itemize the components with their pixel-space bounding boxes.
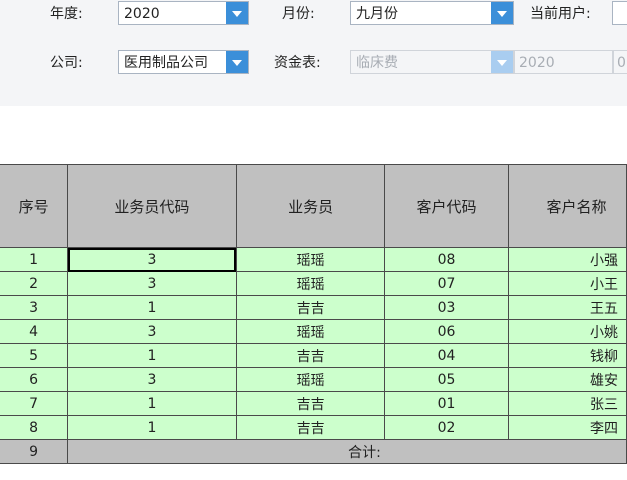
cell-cust-name[interactable]: 小姚 bbox=[507, 319, 627, 344]
cell-rep[interactable]: 瑶瑶 bbox=[235, 247, 386, 272]
header-rep-code[interactable]: 业务员代码 bbox=[67, 164, 237, 248]
cell-cust-code[interactable]: 08 bbox=[384, 247, 509, 272]
year-label: 年度: bbox=[50, 6, 83, 22]
fund-value: 临床费 bbox=[356, 55, 398, 71]
cell-rep-code[interactable]: 3 bbox=[67, 319, 237, 344]
total-row: 9 合计: bbox=[0, 439, 627, 464]
chevron-down-icon[interactable] bbox=[491, 2, 513, 24]
fund-year-value: 2020 bbox=[519, 55, 555, 71]
cell-cust-name[interactable]: 小王 bbox=[507, 271, 627, 296]
cell-cust-code[interactable]: 06 bbox=[384, 319, 509, 344]
cell-rep-code[interactable]: 1 bbox=[67, 415, 237, 440]
fund-year-field: 2020 bbox=[514, 50, 613, 74]
chevron-down-icon[interactable] bbox=[226, 51, 248, 73]
total-seq[interactable]: 9 bbox=[0, 439, 69, 464]
cell-rep-code[interactable]: 1 bbox=[67, 391, 237, 416]
table-row: 5 1 吉吉 04 钱柳 bbox=[0, 343, 627, 368]
cell-seq[interactable]: 5 bbox=[0, 343, 69, 368]
data-grid: 序号 业务员代码 业务员 客户代码 客户名称 1 3 瑶瑶 08 小强 2 3 … bbox=[0, 164, 627, 464]
cell-rep[interactable]: 吉吉 bbox=[235, 415, 386, 440]
cell-cust-code[interactable]: 07 bbox=[384, 271, 509, 296]
cell-rep[interactable]: 瑶瑶 bbox=[235, 319, 386, 344]
cell-cust-name[interactable]: 雄安 bbox=[507, 367, 627, 392]
header-cust-name[interactable]: 客户名称 bbox=[507, 164, 627, 248]
table-row: 8 1 吉吉 02 李四 bbox=[0, 415, 627, 440]
cell-rep-code[interactable]: 3 bbox=[67, 271, 237, 296]
total-label[interactable]: 合计: bbox=[67, 439, 627, 464]
cell-seq[interactable]: 1 bbox=[0, 247, 69, 272]
month-label: 月份: bbox=[282, 6, 315, 22]
header-row: 序号 业务员代码 业务员 客户代码 客户名称 bbox=[0, 164, 627, 248]
cell-rep[interactable]: 吉吉 bbox=[235, 391, 386, 416]
cell-cust-code[interactable]: 03 bbox=[384, 295, 509, 320]
cell-cust-code[interactable]: 02 bbox=[384, 415, 509, 440]
fund-extra-value: 0 bbox=[617, 55, 626, 71]
cell-rep-code[interactable]: 1 bbox=[67, 343, 237, 368]
chevron-down-icon[interactable] bbox=[491, 51, 513, 73]
cell-cust-code[interactable]: 04 bbox=[384, 343, 509, 368]
year-value: 2020 bbox=[124, 6, 160, 22]
company-value: 医用制品公司 bbox=[124, 55, 208, 71]
table-row: 4 3 瑶瑶 06 小姚 bbox=[0, 319, 627, 344]
cell-rep[interactable]: 吉吉 bbox=[235, 295, 386, 320]
month-select[interactable]: 九月份 bbox=[350, 1, 514, 25]
header-seq[interactable]: 序号 bbox=[0, 164, 69, 248]
cell-rep-code[interactable]: 3 bbox=[67, 247, 237, 272]
header-cust-code[interactable]: 客户代码 bbox=[384, 164, 509, 248]
cell-rep[interactable]: 吉吉 bbox=[235, 343, 386, 368]
cell-rep[interactable]: 瑶瑶 bbox=[235, 271, 386, 296]
cell-cust-name[interactable]: 张三 bbox=[507, 391, 627, 416]
company-label: 公司: bbox=[50, 55, 83, 71]
current-user-label: 当前用户: bbox=[530, 6, 591, 22]
cell-rep-code[interactable]: 1 bbox=[67, 295, 237, 320]
current-user-field[interactable] bbox=[612, 1, 627, 25]
cell-rep[interactable]: 瑶瑶 bbox=[235, 367, 386, 392]
cell-cust-code[interactable]: 01 bbox=[384, 391, 509, 416]
table-row: 3 1 吉吉 03 王五 bbox=[0, 295, 627, 320]
company-select[interactable]: 医用制品公司 bbox=[118, 50, 249, 74]
table-row: 2 3 瑶瑶 07 小王 bbox=[0, 271, 627, 296]
fund-select[interactable]: 临床费 bbox=[350, 50, 514, 74]
cell-cust-name[interactable]: 小强 bbox=[507, 247, 627, 272]
cell-seq[interactable]: 2 bbox=[0, 271, 69, 296]
cell-seq[interactable]: 7 bbox=[0, 391, 69, 416]
table-row: 7 1 吉吉 01 张三 bbox=[0, 391, 627, 416]
fund-extra-field: 0 bbox=[613, 50, 627, 74]
header-rep[interactable]: 业务员 bbox=[235, 164, 386, 248]
cell-seq[interactable]: 8 bbox=[0, 415, 69, 440]
fund-label: 资金表: bbox=[274, 55, 321, 71]
table-row: 6 3 瑶瑶 05 雄安 bbox=[0, 367, 627, 392]
cell-cust-name[interactable]: 李四 bbox=[507, 415, 627, 440]
table-row: 1 3 瑶瑶 08 小强 bbox=[0, 247, 627, 272]
cell-seq[interactable]: 6 bbox=[0, 367, 69, 392]
cell-rep-code[interactable]: 3 bbox=[67, 367, 237, 392]
cell-seq[interactable]: 3 bbox=[0, 295, 69, 320]
cell-seq[interactable]: 4 bbox=[0, 319, 69, 344]
month-value: 九月份 bbox=[356, 6, 398, 22]
cell-cust-name[interactable]: 王五 bbox=[507, 295, 627, 320]
filter-panel: 年度: 2020 月份: 九月份 当前用户: 公司: 医用制品公司 资金表: 临… bbox=[0, 0, 627, 106]
chevron-down-icon[interactable] bbox=[226, 2, 248, 24]
cell-cust-code[interactable]: 05 bbox=[384, 367, 509, 392]
cell-cust-name[interactable]: 钱柳 bbox=[507, 343, 627, 368]
year-select[interactable]: 2020 bbox=[118, 1, 249, 25]
